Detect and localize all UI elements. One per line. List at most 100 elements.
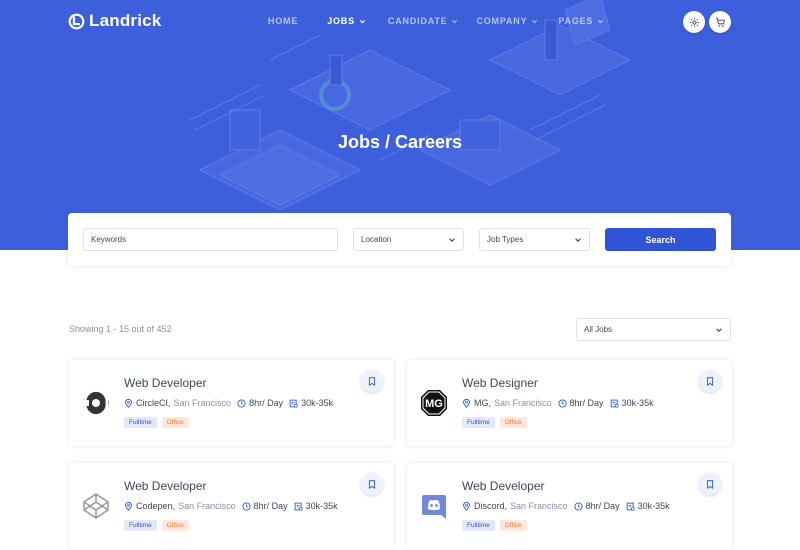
tag-fulltime: Fulltime [462,520,495,531]
discord-icon [422,495,446,519]
cart-button[interactable] [709,11,731,33]
bookmark-icon [706,479,714,489]
map-pin-icon [463,501,470,511]
job-card[interactable]: Web Developer CircleCI, San Francisco 8hr… [69,360,394,446]
company-name: CircleCI [136,398,169,408]
tag-office: Office [161,520,189,531]
job-hours: 8hr/ Day [557,398,604,408]
bookmark-icon [368,376,376,386]
nav-item-candidate[interactable]: CANDIDATE [388,16,459,26]
job-types-value: Job Types [487,235,524,244]
nav-item-label: CANDIDATE [387,16,448,26]
job-card[interactable]: Web Developer Discord, San Francisco 8hr/… [407,463,732,549]
job-tags: Fulltime Office [124,417,189,428]
job-hours: 8hr/ Day [237,398,283,408]
job-city: San Francisco [173,398,232,408]
job-title[interactable]: Web Developer [462,479,545,493]
tag-office: Office [161,417,189,428]
company-logo [82,492,110,520]
job-location: MG, San Francisco [462,398,552,408]
job-search-form: Keywords Location Job Types Search [68,213,731,266]
bookmark-button[interactable] [699,473,721,495]
map-pin-icon [125,398,132,408]
job-title[interactable]: Web Designer [462,376,538,390]
job-tags: Fulltime Office [124,520,189,531]
salary-icon [289,399,298,408]
bookmark-button[interactable] [361,370,383,392]
svg-text:MG: MG [425,398,443,410]
job-location: Discord, San Francisco [462,501,568,511]
company-name: Codepen [136,501,173,511]
job-city: San Francisco [510,501,568,511]
salary-value: 30k-35k [621,398,654,408]
mg-icon: MG [421,390,447,416]
company-logo [82,389,110,417]
job-location: Codepen, San Francisco [124,501,236,511]
job-salary: 30k-35k [626,501,670,511]
company-name: MG [474,398,489,408]
job-tags: Fulltime Office [462,520,527,531]
page-title: Jobs / Careers [337,132,463,152]
main-nav: HOME JOBS CANDIDATE COMPANY PAGES [268,16,604,26]
job-location: CircleCI, San Francisco [124,398,231,408]
bookmark-button[interactable] [361,473,383,495]
brand-logo[interactable]: Landrick [68,11,161,31]
chevron-down-icon [716,327,722,332]
map-pin-icon [125,501,132,511]
nav-item-pages[interactable]: PAGES [558,16,604,26]
keywords-input[interactable]: Keywords [83,228,338,251]
location-value: Location [361,235,392,244]
nav-item-label: JOBS [327,16,355,26]
salary-icon [610,399,619,408]
hero-illustration [189,0,632,211]
job-meta: CircleCI, San Francisco 8hr/ Day 30k-35k [124,398,339,408]
salary-value: 30k-35k [301,398,334,408]
tag-office: Office [499,417,527,428]
company-logo: MG [420,389,448,417]
search-button[interactable]: Search [605,228,716,251]
job-title[interactable]: Web Developer [124,479,207,493]
tag-fulltime: Fulltime [462,417,495,428]
salary-icon [626,502,635,511]
tag-fulltime: Fulltime [124,520,157,531]
company-logo [420,492,448,520]
nav-item-label: COMPANY [476,16,528,26]
job-hours: 8hr/ Day [242,501,288,511]
map-pin-icon [463,398,470,408]
hours-value: 8hr/ Day [253,501,288,511]
job-card[interactable]: MG Web Designer MG, San Francisco 8hr/ Da… [407,360,732,446]
settings-button[interactable] [683,11,705,33]
clock-icon [574,501,583,511]
brand-name: Landrick [89,11,162,30]
job-hours: 8hr/ Day [574,501,620,511]
job-city: San Francisco [178,501,236,511]
job-card[interactable]: Web Developer Codepen, San Francisco 8hr/… [69,463,394,549]
nav-item-home[interactable]: HOME [268,16,298,26]
job-salary: 30k-35k [610,398,654,408]
job-filter-select[interactable]: All Jobs [576,318,731,341]
nav-item-jobs[interactable]: JOBS [327,16,366,26]
job-tags: Fulltime Office [462,417,527,428]
hours-value: 8hr/ Day [249,398,284,408]
job-title[interactable]: Web Developer [124,376,207,390]
company-name: Discord [474,501,505,511]
job-salary: 30k-35k [289,398,333,408]
codepen-icon [83,493,109,519]
job-city: San Francisco [494,398,552,408]
hours-value: 8hr/ Day [585,501,620,511]
clock-icon [557,398,567,408]
hours-value: 8hr/ Day [569,398,604,408]
job-meta: MG, San Francisco 8hr/ Day 30k-35k [462,398,660,408]
chevron-down-icon [532,19,538,23]
chevron-down-icon [449,237,455,242]
salary-value: 30k-35k [637,501,670,511]
gear-icon [689,17,699,27]
location-select[interactable]: Location [353,228,464,251]
keywords-placeholder: Keywords [91,235,127,244]
job-types-select[interactable]: Job Types [479,228,590,251]
chevron-down-icon [598,19,604,23]
nav-item-company[interactable]: COMPANY [476,16,538,26]
chevron-down-icon [575,237,581,242]
bookmark-button[interactable] [699,370,721,392]
tag-office: Office [499,520,527,531]
